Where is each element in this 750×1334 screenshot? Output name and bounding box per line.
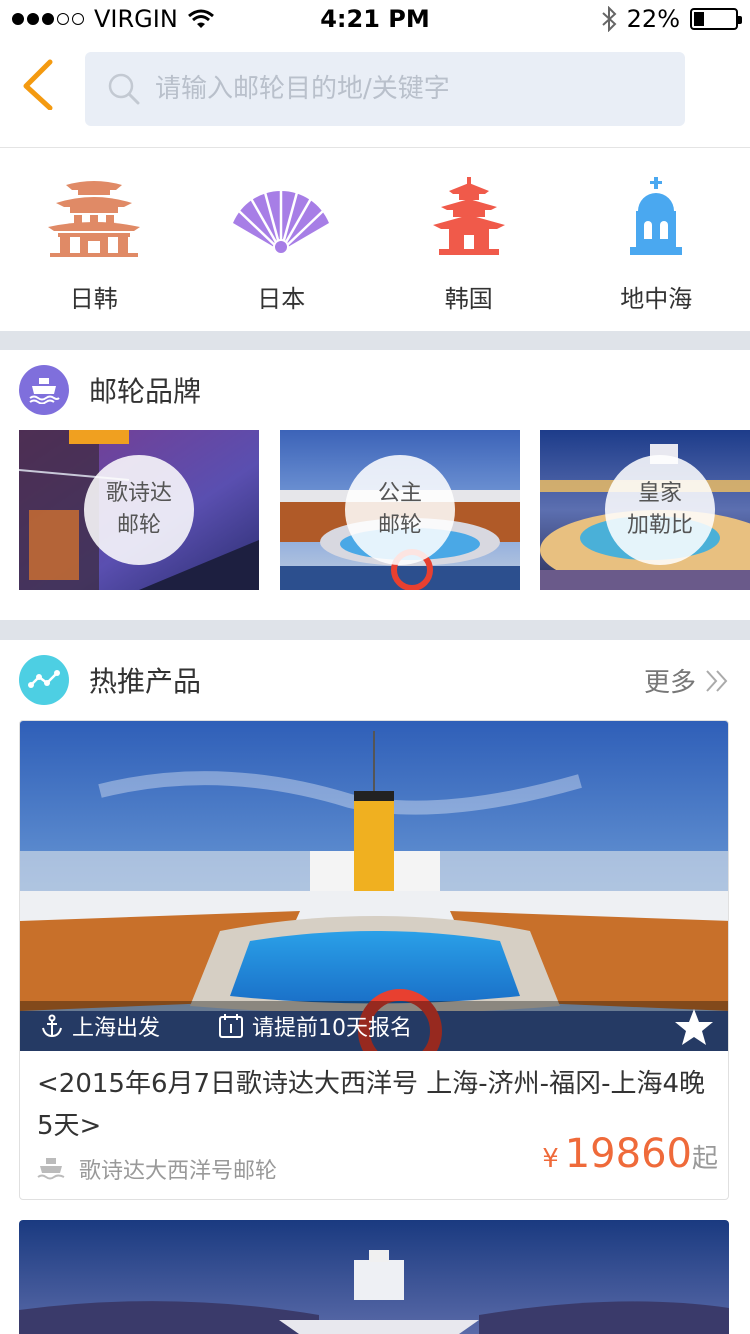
category-label: 地中海 — [620, 285, 693, 313]
category-label: 日韩 — [69, 285, 118, 313]
hot-section-header: 热推产品 更多 — [0, 640, 750, 720]
price-value: 19860 — [564, 1131, 692, 1177]
ship-info: 歌诗达大西洋号邮轮 — [37, 1153, 277, 1185]
header — [0, 40, 750, 148]
favorite-star-icon[interactable] — [674, 1007, 714, 1047]
trend-icon — [19, 655, 69, 705]
bluetooth-icon — [601, 6, 617, 32]
brand-label: 歌诗达 邮轮 — [84, 455, 194, 565]
departure-text: 上海出发 — [72, 1016, 161, 1041]
calendar-icon — [219, 1014, 244, 1038]
category-label: 日本 — [257, 285, 306, 313]
product-price: ¥ 19860 起 — [542, 1131, 718, 1177]
signup-text: 请提前10天报名 — [252, 1016, 413, 1041]
price-currency: ¥ — [542, 1144, 559, 1174]
category-korea[interactable]: 韩国 — [375, 149, 563, 331]
product-info-bar: 上海出发 请提前10天报名 — [20, 1001, 728, 1051]
product-card[interactable] — [19, 1220, 729, 1334]
pagoda-gate-icon — [47, 181, 140, 257]
brand-card-princess[interactable]: 公主 邮轮 — [280, 430, 520, 590]
departure-info: 上海出发 — [40, 1010, 160, 1042]
brands-section-title: 邮轮品牌 — [89, 375, 202, 408]
product-photo — [19, 1220, 729, 1334]
category-japan-korea[interactable]: 日韩 — [0, 149, 188, 331]
price-suffix: 起 — [691, 1144, 718, 1174]
battery-percent: 22% — [626, 5, 680, 33]
category-row: 日韩 日本 韩国 地中海 — [0, 149, 750, 331]
battery-icon — [690, 8, 742, 30]
category-label: 韩国 — [444, 285, 493, 313]
search-input[interactable] — [155, 74, 675, 104]
section-divider — [0, 620, 750, 640]
category-mediterranean[interactable]: 地中海 — [563, 149, 750, 331]
brand-label: 皇家 加勒比 — [605, 455, 715, 565]
ship-icon — [19, 365, 69, 415]
signup-info: 请提前10天报名 — [218, 1010, 412, 1042]
double-chevron-right-icon — [706, 669, 728, 692]
product-card[interactable]: 上海出发 请提前10天报名 <2015年6月7日歌诗达大西洋号 上海-济州-福冈… — [19, 720, 729, 1200]
more-label: 更多 — [643, 668, 696, 698]
section-divider — [0, 331, 750, 350]
search-icon — [108, 73, 140, 105]
pagoda-icon — [432, 177, 505, 255]
category-japan[interactable]: 日本 — [188, 149, 376, 331]
ship-name: 歌诗达大西洋号邮轮 — [79, 1159, 278, 1184]
status-right: 22% — [601, 5, 742, 33]
status-bar: VIRGIN 4:21 PM 22% — [0, 0, 750, 40]
brands-section-header: 邮轮品牌 — [0, 350, 750, 430]
brand-carousel[interactable]: 歌诗达 邮轮 公主 邮轮 皇家 加勒比 — [0, 430, 750, 620]
chapel-dome-icon — [630, 177, 683, 255]
brand-label: 公主 邮轮 — [345, 455, 455, 565]
folding-fan-icon — [233, 181, 330, 255]
chevron-left-icon — [23, 59, 53, 111]
brand-card-royal-caribbean[interactable]: 皇家 加勒比 — [540, 430, 750, 590]
more-link[interactable]: 更多 — [644, 662, 730, 699]
back-button[interactable] — [18, 58, 62, 111]
hot-section-title: 热推产品 — [89, 665, 202, 698]
anchor-icon — [42, 1014, 62, 1038]
ship-icon — [37, 1158, 65, 1180]
brand-card-costa[interactable]: 歌诗达 邮轮 — [19, 430, 259, 590]
search-bar[interactable] — [85, 52, 685, 126]
